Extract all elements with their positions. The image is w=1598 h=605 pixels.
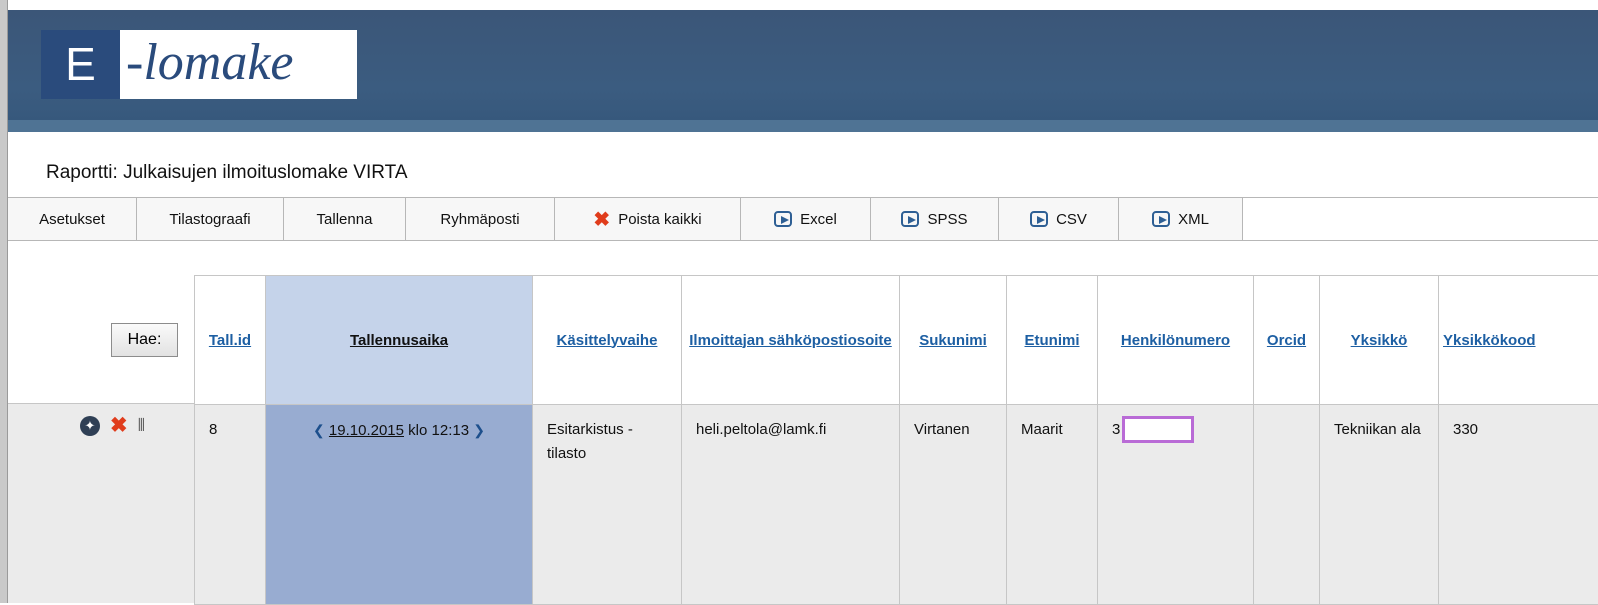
results-table: Tall.id Tallennusaika Käsittelyvaihe Ilm… xyxy=(194,275,1598,605)
group-mail-button[interactable]: Ryhmäposti xyxy=(406,198,555,240)
window-left-edge xyxy=(0,0,8,603)
sort-tall-id-link[interactable]: Tall.id xyxy=(209,332,251,349)
settings-label: Asetukset xyxy=(39,211,105,228)
logo-word: -lomake xyxy=(120,30,357,99)
globe-icon[interactable]: ✦ xyxy=(80,416,100,436)
cell-kasittelyvaihe: Esitarkistus - tilasto xyxy=(533,405,682,605)
excel-label: Excel xyxy=(800,211,837,228)
col-header-orcid: Orcid xyxy=(1254,276,1320,405)
delete-all-button[interactable]: ✖ Poista kaikki xyxy=(555,198,741,240)
group-mail-label: Ryhmäposti xyxy=(440,211,519,228)
cell-sukunimi: Virtanen xyxy=(900,405,1007,605)
chevron-right-icon[interactable]: ❯ xyxy=(473,422,485,438)
cell-orcid xyxy=(1254,405,1320,605)
export-excel-button[interactable]: Excel xyxy=(741,198,871,240)
cell-etunimi: Maarit xyxy=(1007,405,1098,605)
table-header-row: Tall.id Tallennusaika Käsittelyvaihe Ilm… xyxy=(195,276,1598,405)
xml-label: XML xyxy=(1178,211,1209,228)
export-icon xyxy=(1030,211,1048,227)
delete-x-icon: ✖ xyxy=(593,207,610,232)
stats-graph-label: Tilastograafi xyxy=(169,211,250,228)
time-text: klo 12:13 xyxy=(408,422,469,439)
cell-tallennusaika: ❮ 19.10.2015 klo 12:13 ❯ xyxy=(266,405,533,605)
export-csv-button[interactable]: CSV xyxy=(999,198,1119,240)
save-button[interactable]: Tallenna xyxy=(284,198,406,240)
toolbar-filler xyxy=(1243,198,1598,240)
cell-yksikkokoodi: 330 xyxy=(1439,405,1598,605)
date-link[interactable]: 19.10.2015 xyxy=(329,422,404,439)
sort-henkilonumero-link[interactable]: Henkilönumero xyxy=(1121,332,1230,349)
export-spss-button[interactable]: SPSS xyxy=(871,198,999,240)
col-header-sukunimi: Sukunimi xyxy=(900,276,1007,405)
search-button[interactable]: Hae: xyxy=(111,323,178,357)
chevron-left-icon[interactable]: ❮ xyxy=(313,422,325,438)
export-icon xyxy=(774,211,792,227)
sort-kasittelyvaihe-link[interactable]: Käsittelyvaihe xyxy=(557,332,658,349)
redaction-box xyxy=(1122,416,1194,443)
cell-yksikko: Tekniikan ala xyxy=(1320,405,1439,605)
col-header-henkilonumero: Henkilönumero xyxy=(1098,276,1254,405)
save-label: Tallenna xyxy=(317,211,373,228)
csv-label: CSV xyxy=(1056,211,1087,228)
col-header-etunimi: Etunimi xyxy=(1007,276,1098,405)
stats-graph-button[interactable]: Tilastograafi xyxy=(137,198,284,240)
export-icon xyxy=(1152,211,1170,227)
app-logo: E -lomake xyxy=(41,30,357,99)
row-actions: ✦ ✖ ⦀ xyxy=(80,413,145,438)
settings-button[interactable]: Asetukset xyxy=(8,198,137,240)
spss-label: SPSS xyxy=(927,211,967,228)
person-number-prefix: 3 xyxy=(1112,421,1120,438)
sort-orcid-link[interactable]: Orcid xyxy=(1267,332,1306,349)
cell-email: heli.peltola@lamk.fi xyxy=(682,405,900,605)
export-xml-button[interactable]: XML xyxy=(1119,198,1243,240)
col-header-yksikko: Yksikkö xyxy=(1320,276,1439,405)
col-header-email: Ilmoittajan sähköpostiosoite xyxy=(682,276,900,405)
logo-letter: E xyxy=(41,30,120,99)
sort-sukunimi-link[interactable]: Sukunimi xyxy=(919,332,987,349)
col-header-tallennusaika: Tallennusaika xyxy=(266,276,533,405)
toolbar: Asetukset Tilastograafi Tallenna Ryhmäpo… xyxy=(8,197,1598,241)
export-icon xyxy=(901,211,919,227)
table-row[interactable]: 8 ❮ 19.10.2015 klo 12:13 ❯ Esitarkistus … xyxy=(195,405,1598,605)
header-stripe xyxy=(8,120,1598,132)
sort-etunimi-link[interactable]: Etunimi xyxy=(1025,332,1080,349)
cell-henkilonumero: 3 xyxy=(1098,405,1254,605)
sort-yksikkokoodi-link[interactable]: Yksikkökood xyxy=(1443,332,1536,349)
col-header-tall-id: Tall.id xyxy=(195,276,266,405)
page-title: Raportti: Julkaisujen ilmoituslomake VIR… xyxy=(46,162,408,184)
attachment-icon[interactable]: ⦀ xyxy=(138,416,145,436)
cell-tall-id: 8 xyxy=(195,405,266,605)
delete-all-label: Poista kaikki xyxy=(618,211,701,228)
sort-email-link[interactable]: Ilmoittajan sähköpostiosoite xyxy=(689,332,892,349)
sort-yksikko-link[interactable]: Yksikkö xyxy=(1351,332,1408,349)
col-header-yksikkokoodi: Yksikkökood xyxy=(1439,276,1598,405)
col-header-kasittelyvaihe: Käsittelyvaihe xyxy=(533,276,682,405)
delete-row-icon[interactable]: ✖ xyxy=(110,413,128,438)
sort-tallennusaika-link[interactable]: Tallennusaika xyxy=(350,332,448,349)
